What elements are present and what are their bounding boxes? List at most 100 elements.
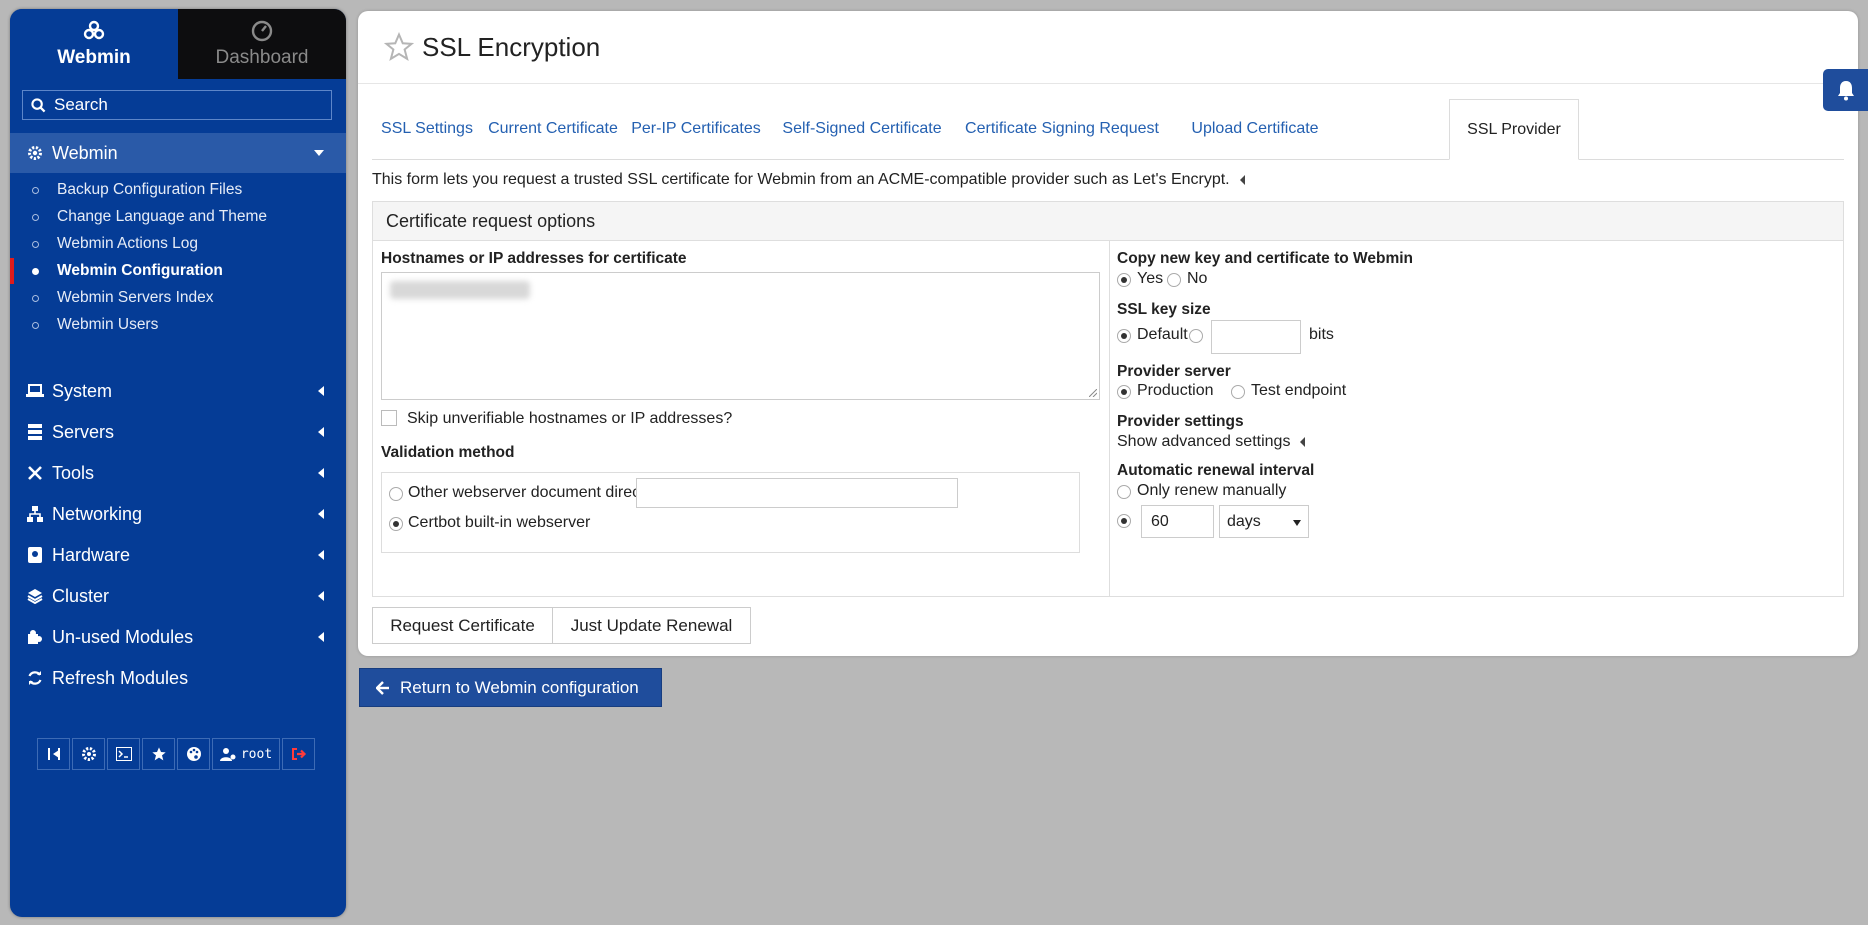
sidebar-section-unused-modules[interactable]: Un-used Modules	[10, 617, 346, 657]
tab-label: Per-IP Certificates	[631, 120, 761, 137]
sidebar-bottom-toolbar: root	[37, 738, 317, 770]
tab-ssl-provider[interactable]: SSL Provider	[1449, 99, 1579, 160]
sidebar-item-webmin-users[interactable]: Webmin Users	[10, 310, 346, 340]
sidebar-section-label: Tools	[52, 462, 95, 483]
sidebar-section-label: Networking	[52, 503, 143, 524]
validation-certbot-radio[interactable]	[389, 517, 403, 531]
tab-dashboard-label: Dashboard	[215, 47, 309, 68]
sidebar-section-webmin[interactable]: Webmin	[10, 133, 346, 173]
document-directory-input[interactable]	[636, 478, 958, 508]
tab-label: SSL Settings	[381, 120, 473, 137]
logout-icon	[291, 748, 306, 760]
hostnames-label: Hostnames or IP addresses for certificat…	[381, 250, 687, 267]
theme-button[interactable]	[177, 738, 210, 770]
tab-webmin[interactable]: Webmin	[10, 9, 178, 79]
chevron-left-icon	[318, 591, 324, 601]
button-label: Just Update Renewal	[570, 615, 733, 635]
copy-no-label: No	[1187, 270, 1208, 287]
key-size-custom-radio[interactable]	[1189, 329, 1203, 343]
sidebar-section-label: Cluster	[52, 585, 110, 606]
bullet-icon	[32, 213, 39, 221]
resize-handle-icon[interactable]	[1089, 389, 1097, 397]
sidebar-item-label: Change Language and Theme	[57, 208, 267, 225]
sidebar-section-servers[interactable]: Servers	[10, 412, 346, 452]
favorites-button[interactable]	[142, 738, 175, 770]
sidebar-section-hardware[interactable]: Hardware	[10, 535, 346, 575]
tab-per-ip-certificates[interactable]: Per-IP Certificates	[624, 99, 768, 159]
copy-no-radio[interactable]	[1167, 273, 1181, 287]
sidebar-item-actions-log[interactable]: Webmin Actions Log	[10, 229, 346, 259]
chevron-down-icon	[314, 150, 324, 156]
request-certificate-button[interactable]: Request Certificate	[372, 607, 553, 644]
dashboard-gauge-icon	[251, 20, 273, 42]
dropdown-arrow-icon	[1293, 520, 1301, 526]
sidebar-item-backup-config[interactable]: Backup Configuration Files	[10, 175, 346, 205]
sidebar-section-networking[interactable]: Networking	[10, 494, 346, 534]
sidebar-section-cluster[interactable]: Cluster	[10, 576, 346, 616]
hard-disk-icon	[26, 546, 44, 564]
key-size-label: SSL key size	[1117, 301, 1211, 318]
user-cog-icon	[219, 748, 236, 761]
chevron-left-icon	[318, 632, 324, 642]
button-label: Request Certificate	[390, 615, 535, 635]
sidebar-item-servers-index[interactable]: Webmin Servers Index	[10, 283, 346, 313]
show-advanced-settings-link[interactable]: Show advanced settings	[1117, 433, 1306, 451]
form-right-column: Copy new key and certificate to Webmin Y…	[1109, 240, 1843, 596]
sidebar-item-change-language[interactable]: Change Language and Theme	[10, 202, 346, 232]
logout-button[interactable]	[282, 738, 315, 770]
key-size-bits-input[interactable]	[1211, 320, 1301, 354]
sidebar-section-system[interactable]: System	[10, 371, 346, 411]
skip-unverifiable-checkbox[interactable]	[381, 410, 397, 426]
user-account-button[interactable]: root	[212, 738, 280, 770]
page-header: SSL Encryption	[358, 11, 1858, 84]
renew-interval-radio[interactable]	[1117, 514, 1131, 528]
key-size-default-label: Default	[1137, 326, 1188, 343]
tab-webmin-label: Webmin	[57, 47, 131, 68]
tab-upload-certificate[interactable]: Upload Certificate	[1168, 99, 1342, 159]
settings-button[interactable]	[72, 738, 105, 770]
sidebar-item-label: Webmin Users	[57, 316, 159, 333]
sidebar-item-webmin-configuration[interactable]: Webmin Configuration	[10, 256, 346, 286]
key-size-default-radio[interactable]	[1117, 329, 1131, 343]
bullet-icon	[32, 294, 39, 302]
tab-ssl-settings[interactable]: SSL Settings	[372, 99, 482, 159]
collapse-icon	[47, 748, 60, 760]
certificate-request-form: Certificate request options Hostnames or…	[372, 201, 1844, 597]
provider-production-radio[interactable]	[1117, 385, 1131, 399]
description-text: This form lets you request a trusted SSL…	[372, 171, 1230, 188]
sidebar-section-label: Servers	[52, 421, 115, 442]
network-icon	[26, 505, 44, 523]
sidebar-section-label: System	[52, 380, 113, 401]
sidebar-refresh-modules[interactable]: Refresh Modules	[10, 658, 346, 698]
terminal-button[interactable]	[107, 738, 140, 770]
sidebar-search[interactable]: Search	[22, 90, 332, 120]
tab-label: Upload Certificate	[1191, 120, 1319, 137]
tab-current-certificate[interactable]: Current Certificate	[482, 99, 624, 159]
caret-left-icon[interactable]	[1239, 175, 1245, 185]
renew-manually-label: Only renew manually	[1137, 482, 1287, 499]
sidebar-item-label: Webmin Actions Log	[57, 235, 199, 252]
chevron-left-icon	[318, 468, 324, 478]
collapse-sidebar-button[interactable]	[37, 738, 70, 770]
renew-manually-radio[interactable]	[1117, 485, 1131, 499]
favorite-star-icon[interactable]	[384, 32, 414, 62]
validation-other-webserver-radio[interactable]	[389, 487, 403, 501]
just-update-renewal-button[interactable]: Just Update Renewal	[553, 607, 751, 644]
tab-certificate-signing-request[interactable]: Certificate Signing Request	[956, 99, 1168, 159]
tools-icon	[26, 464, 44, 482]
tab-dashboard[interactable]: Dashboard	[178, 9, 346, 79]
search-placeholder: Search	[54, 95, 108, 114]
tab-self-signed-certificate[interactable]: Self-Signed Certificate	[768, 99, 956, 159]
provider-test-endpoint-radio[interactable]	[1231, 385, 1245, 399]
bullet-icon	[32, 267, 39, 275]
notifications-button[interactable]	[1823, 69, 1868, 111]
return-to-config-button[interactable]: Return to Webmin configuration	[359, 668, 662, 707]
provider-settings-label: Provider settings	[1117, 413, 1244, 430]
form-heading-text: Certificate request options	[386, 210, 596, 231]
copy-yes-radio[interactable]	[1117, 273, 1131, 287]
renewal-interval-input[interactable]: 60	[1141, 505, 1214, 538]
advanced-link-text: Show advanced settings	[1117, 433, 1291, 450]
renewal-unit-select[interactable]: days	[1219, 505, 1309, 538]
sidebar-section-tools[interactable]: Tools	[10, 453, 346, 493]
hostnames-textarea[interactable]	[381, 272, 1100, 400]
